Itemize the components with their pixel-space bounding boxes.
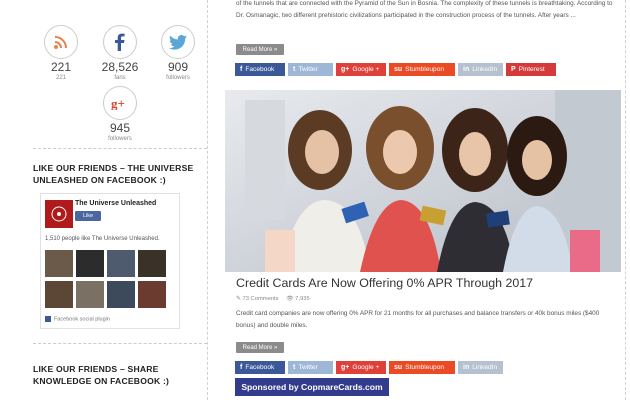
previous-post-excerpt: of the tunnels that are connected with t… [236, 0, 613, 19]
share-facebook-button[interactable]: f Facebook [235, 63, 285, 76]
share-twitter-button[interactable]: t Twitter [288, 361, 333, 374]
sponsored-banner[interactable]: Sponsored by CopmareCards.com [235, 378, 389, 396]
comments-count[interactable]: 73 Comments [242, 296, 278, 302]
share-stumbleupon-button[interactable]: su Stumbleupon [389, 63, 455, 76]
share-facebook-button[interactable]: f Facebook [235, 361, 285, 374]
counter-value: 221 [50, 60, 72, 74]
stumbleupon-icon: su [394, 66, 403, 73]
fan-avatar[interactable] [107, 250, 135, 277]
share-label: Stumbleupon [405, 66, 445, 73]
views-count: 7,935 [295, 296, 310, 302]
widget-title-share-knowledge: LIKE OUR FRIENDS – SHARE KNOWLEDGE ON FA… [33, 364, 170, 386]
linkedin-icon: in [463, 66, 470, 73]
fan-avatar[interactable] [76, 250, 104, 277]
post-featured-image[interactable] [225, 90, 621, 272]
page: 221 221 28,526 fans 909 followers g+ 945… [0, 0, 630, 400]
page-logo[interactable] [45, 200, 73, 228]
share-linkedin-button[interactable]: in LinkedIn [458, 63, 503, 76]
facebook-icon: f [240, 364, 243, 371]
stumbleupon-icon: su [394, 364, 403, 371]
post-excerpt: Credit card companies are now offering 0… [236, 310, 600, 329]
counter-label: 221 [55, 75, 66, 81]
share-label: Facebook [245, 364, 275, 371]
svg-text:g+: g+ [111, 96, 125, 110]
share-label: Twitter [298, 66, 318, 73]
people-like-text: 1,510 people like The Universe Unleashed… [45, 236, 160, 242]
share-stumbleupon-button[interactable]: su Stumbleupon [389, 361, 455, 374]
pinterest-icon: P [511, 66, 516, 73]
share-label: Stumbleupon [405, 364, 445, 371]
twitter-icon [161, 25, 195, 59]
post-meta: ✎ 73 Comments 👁 7,935 [236, 296, 310, 302]
social-counters: 221 221 28,526 fans 909 followers g+ 945… [33, 0, 207, 150]
like-button[interactable]: Like [75, 211, 101, 221]
rss-icon [44, 25, 78, 59]
share-label: Google + [352, 364, 380, 371]
google-plus-icon: g+ [103, 86, 137, 120]
facebook-icon [103, 25, 137, 59]
share-label: Pinterest [518, 66, 545, 73]
plugin-label: Facebook social plugin [54, 316, 110, 323]
twitter-icon: t [293, 66, 296, 73]
share-linkedin-button[interactable]: in LinkedIn [458, 361, 503, 374]
google-plus-icon: g+ [341, 364, 350, 371]
share-google-plus-button[interactable]: g+ Google + [336, 361, 386, 374]
share-twitter-button[interactable]: t Twitter [288, 63, 333, 76]
facebook-icon [45, 316, 51, 322]
page-name[interactable]: The Universe Unleashed [75, 200, 156, 207]
linkedin-icon: in [463, 364, 470, 371]
fan-avatar[interactable] [138, 281, 166, 308]
fan-avatar[interactable] [107, 281, 135, 308]
fan-avatar[interactable] [45, 281, 73, 308]
main-content: of the tunnels that are connected with t… [225, 0, 621, 400]
sidebar-divider [207, 0, 208, 400]
divider [33, 148, 207, 149]
twitter-icon: t [293, 364, 296, 371]
divider [33, 343, 207, 344]
counter-twitter[interactable]: 909 followers [153, 25, 203, 82]
counter-rss[interactable]: 221 221 [36, 25, 86, 82]
share-pinterest-button[interactable]: P Pinterest [506, 63, 556, 76]
share-label: Twitter [298, 364, 318, 371]
counter-label: fans [114, 75, 126, 81]
fan-avatar[interactable] [138, 250, 166, 277]
read-more-button[interactable]: Read More » [236, 342, 284, 353]
share-label: Facebook [245, 66, 275, 73]
share-label: Google + [352, 66, 380, 73]
counter-value: 28,526 [101, 60, 139, 74]
counter-label: followers [108, 136, 132, 142]
share-label: LinkedIn [472, 66, 498, 73]
counter-label: followers [166, 75, 190, 81]
post-title[interactable]: Credit Cards Are Now Offering 0% APR Thr… [236, 276, 533, 290]
fan-avatar[interactable] [45, 250, 73, 277]
counter-value: 945 [109, 121, 131, 135]
counter-value: 909 [167, 60, 189, 74]
counter-facebook[interactable]: 28,526 fans [95, 25, 145, 82]
widget-title-universe-unleashed: LIKE OUR FRIENDS – THE UNIVERSE UNLEASHE… [33, 163, 194, 185]
share-label: LinkedIn [472, 364, 498, 371]
social-plugin-footer: Facebook social plugin [45, 316, 110, 322]
facebook-like-box: The Universe Unleashed Like 1,510 people… [40, 193, 180, 329]
views-icon: 👁 [286, 296, 296, 302]
fan-avatar[interactable] [76, 281, 104, 308]
share-google-plus-button[interactable]: g+ Google + [336, 63, 386, 76]
facebook-icon: f [240, 66, 243, 73]
counter-google-plus[interactable]: g+ 945 followers [95, 86, 145, 143]
content-right-border [625, 0, 626, 400]
google-plus-icon: g+ [341, 66, 350, 73]
read-more-button[interactable]: Read More » [236, 44, 284, 55]
